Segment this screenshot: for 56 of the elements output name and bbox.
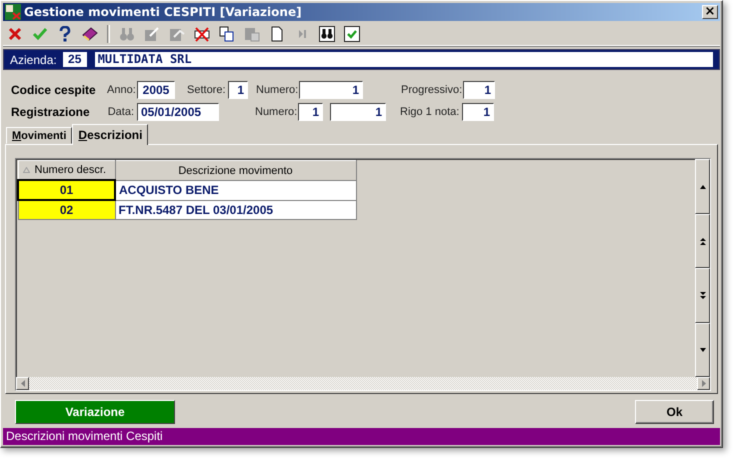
company-code-field[interactable]: 25 bbox=[62, 52, 87, 68]
arrow-up-icon bbox=[700, 184, 706, 189]
scroll-up-button[interactable] bbox=[695, 159, 710, 214]
tab[interactable]: Descrizioni bbox=[72, 124, 148, 146]
input-field[interactable]: 2005 bbox=[137, 81, 175, 100]
table-cell[interactable]: 02 bbox=[18, 200, 115, 220]
ok-button[interactable]: Ok bbox=[635, 400, 714, 424]
field-label: Numero: bbox=[256, 84, 299, 96]
input-field[interactable]: 1 bbox=[330, 103, 386, 122]
section-label: Registrazione bbox=[11, 105, 91, 120]
scroll-left-button[interactable] bbox=[16, 377, 29, 390]
field-label: Progressivo: bbox=[401, 84, 463, 96]
tab[interactable]: Movimenti bbox=[6, 127, 72, 144]
table-cell[interactable]: 01 bbox=[18, 180, 115, 200]
field-label: Anno: bbox=[107, 84, 137, 96]
checkmark-icon[interactable] bbox=[32, 26, 48, 42]
arrow-right-icon bbox=[702, 380, 706, 388]
sort-icon bbox=[22, 167, 30, 174]
input-field[interactable]: 1 bbox=[462, 103, 494, 122]
window-title: Gestione movimenti CESPITI [Variazione] bbox=[24, 4, 303, 19]
double-arrow-up-icon bbox=[700, 238, 706, 245]
arrow-down-icon bbox=[700, 348, 706, 352]
new-document-icon[interactable] bbox=[269, 26, 285, 42]
field-label: Numero: bbox=[255, 106, 298, 118]
copy-icon[interactable] bbox=[219, 26, 235, 42]
column-header[interactable]: Numero descr. bbox=[18, 160, 115, 180]
page-down-button[interactable] bbox=[695, 268, 710, 323]
checkbox-icon[interactable] bbox=[344, 26, 360, 42]
column-header[interactable]: Descrizione movimento bbox=[115, 160, 356, 180]
table-cell[interactable]: ACQUISTO BENE bbox=[115, 180, 356, 200]
cross-icon[interactable] bbox=[7, 26, 23, 42]
arrow-left-icon bbox=[20, 380, 24, 388]
status-text: Descrizioni movimenti Cespiti bbox=[6, 429, 163, 443]
field-label: Data: bbox=[107, 106, 135, 118]
input-field[interactable]: 1 bbox=[299, 81, 363, 100]
close-button[interactable]: × bbox=[702, 4, 718, 19]
scroll-right-button[interactable] bbox=[697, 377, 710, 390]
double-arrow-down-icon bbox=[700, 292, 706, 300]
book-icon[interactable] bbox=[82, 26, 98, 42]
input-field[interactable]: 05/01/2005 bbox=[137, 103, 219, 122]
input-field[interactable]: 1 bbox=[298, 103, 323, 122]
search-icon[interactable] bbox=[319, 26, 335, 42]
app-icon bbox=[5, 4, 21, 20]
section-label: Codice cespite bbox=[11, 83, 97, 98]
page-up-button[interactable] bbox=[695, 214, 710, 268]
table-cell[interactable]: FT.NR.5487 DEL 03/01/2005 bbox=[115, 200, 356, 220]
delete-icon[interactable] bbox=[194, 26, 210, 42]
company-label: Azienda: bbox=[10, 52, 57, 67]
field-label: Settore: bbox=[187, 84, 227, 96]
field-label: Rigo 1 nota: bbox=[400, 106, 460, 118]
input-field[interactable]: 1 bbox=[228, 81, 248, 100]
help-icon[interactable] bbox=[57, 26, 73, 42]
company-name-field[interactable]: MULTIDATA SRL bbox=[94, 52, 713, 68]
input-field[interactable]: 1 bbox=[463, 81, 495, 100]
scroll-down-button[interactable] bbox=[695, 322, 710, 378]
variazione-button[interactable]: Variazione bbox=[15, 400, 175, 424]
